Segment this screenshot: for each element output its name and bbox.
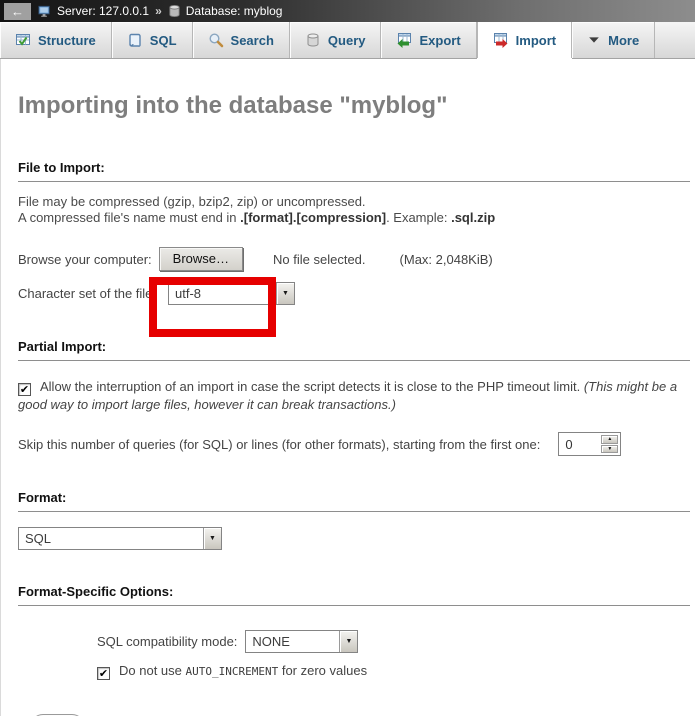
import-page: Importing into the database "myblog" Fil… [0,59,695,716]
interrupt-checkbox[interactable] [18,383,31,396]
spinner-buttons: ▲ ▼ [601,435,618,453]
example-label: . Example: [386,210,451,225]
no-file-selected-text: No file selected. [273,252,366,267]
zero-values-checkbox[interactable] [97,667,110,680]
skip-queries-input[interactable]: 0 ▲ ▼ [558,432,621,456]
sql-compat-row: SQL compatibility mode: NONE ▼ [97,630,695,653]
tab-sql[interactable]: SQL [112,22,193,58]
tab-query[interactable]: Query [290,22,382,58]
tab-structure[interactable]: Structure [0,22,112,58]
tab-more[interactable]: More [572,22,655,58]
tab-export[interactable]: Export [381,22,476,58]
tab-bar: Structure SQL Search Query Export [0,22,695,59]
chevron-down-icon [587,33,601,47]
zero-values-label: Do not use [119,663,186,678]
query-icon [305,32,321,48]
tab-sql-label: SQL [150,33,177,48]
sql-compat-selected-value: NONE [246,631,339,652]
browse-button[interactable]: Browse… [159,247,243,271]
charset-label: Character set of the file: [18,286,156,301]
breadcrumb-server-label[interactable]: Server: 127.0.0.1 [57,4,149,18]
skip-queries-value: 0 [561,435,601,453]
structure-icon [15,32,31,48]
zero-values-label-suffix: for zero values [278,663,367,678]
sql-icon [127,32,143,48]
tab-search[interactable]: Search [193,22,290,58]
tab-export-label: Export [419,33,460,48]
charset-selected-value: utf-8 [169,283,276,304]
sql-compat-select[interactable]: NONE ▼ [245,630,358,653]
compression-note: File may be compressed (gzip, bzip2, zip… [18,194,695,226]
breadcrumb-bar: ← Server: 127.0.0.1 » Database: myblog [0,0,695,22]
server-icon [37,4,52,19]
max-upload-size: (Max: 2,048KiB) [400,252,493,267]
compression-note-line1: File may be compressed (gzip, bzip2, zip… [18,194,366,209]
export-icon [396,32,412,48]
dropdown-arrow-icon[interactable]: ▼ [339,631,357,652]
format-select[interactable]: SQL ▼ [18,527,222,550]
breadcrumb-database[interactable]: Database: myblog [168,4,283,18]
skip-queries-row: Skip this number of queries (for SQL) or… [18,432,695,456]
zero-values-option: Do not use AUTO_INCREMENT for zero value… [97,663,695,680]
page-title: Importing into the database "myblog" [18,59,695,120]
breadcrumb-server[interactable]: Server: 127.0.0.1 [37,4,149,19]
spinner-down-icon[interactable]: ▼ [601,445,618,454]
section-heading-file-to-import: File to Import: [18,160,690,182]
format-pattern: .[format].[compression] [240,210,386,225]
interrupt-label: Allow the interruption of an import in c… [40,379,584,394]
tab-import[interactable]: Import [477,22,572,58]
tab-search-label: Search [231,33,274,48]
sql-compat-label: SQL compatibility mode: [97,634,237,649]
tab-import-label: Import [516,33,556,48]
charset-select[interactable]: utf-8 ▼ [168,282,295,305]
section-heading-format-specific: Format-Specific Options: [18,584,690,606]
charset-row: Character set of the file: utf-8 ▼ [18,282,695,305]
example-value: .sql.zip [451,210,495,225]
compression-note-line2: A compressed file's name must end in [18,210,240,225]
spinner-up-icon[interactable]: ▲ [601,435,618,444]
format-selected-value: SQL [19,528,203,549]
browse-label: Browse your computer: [18,252,152,267]
back-arrow-icon: ← [11,5,24,18]
section-heading-partial-import: Partial Import: [18,339,690,361]
browse-row: Browse your computer: Browse… No file se… [18,247,695,271]
import-icon [493,32,509,48]
tab-structure-label: Structure [38,33,96,48]
database-icon [168,4,181,18]
breadcrumb-separator: » [155,4,162,18]
search-icon [208,32,224,48]
interrupt-option: Allow the interruption of an import in c… [18,378,685,414]
breadcrumb-database-label[interactable]: Database: myblog [186,4,283,18]
tab-bar-filler [655,22,695,58]
tab-more-label: More [608,33,639,48]
dropdown-arrow-icon[interactable]: ▼ [203,528,221,549]
auto-increment-code: AUTO_INCREMENT [186,665,279,678]
tab-query-label: Query [328,33,366,48]
dropdown-arrow-icon[interactable]: ▼ [276,283,294,304]
skip-queries-label: Skip this number of queries (for SQL) or… [18,437,540,452]
back-button[interactable]: ← [4,3,31,20]
section-heading-format: Format: [18,490,690,512]
